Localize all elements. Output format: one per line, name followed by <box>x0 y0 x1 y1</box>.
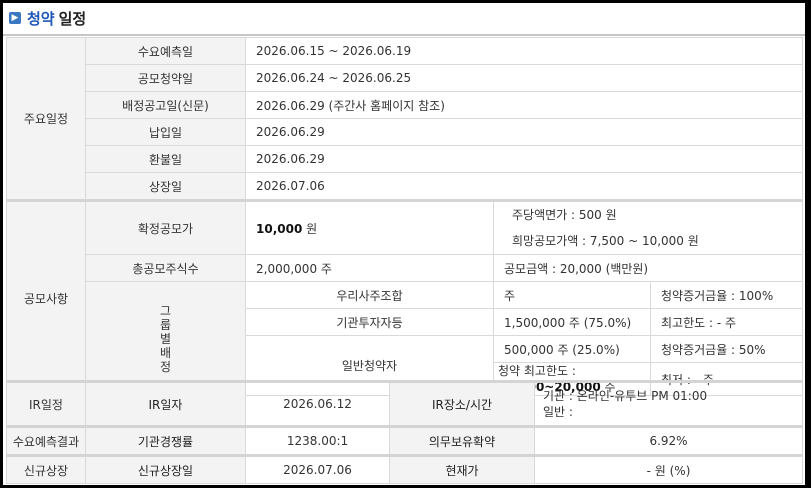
group-institution-name: 기관투자자등 <box>245 308 494 336</box>
group-employee-stock-deposit: 청약증거금율 : 100% <box>650 281 803 309</box>
label-ir-date: IR일자 <box>85 380 246 427</box>
group-retail-deposit: 청약증거금율 : 50% <box>650 335 803 363</box>
label-allotment-notice-date: 배정공고일(신문) <box>85 91 246 119</box>
group-label-char: 배 <box>159 345 172 360</box>
value-allotment-notice-date: 2026.06.29 (주간사 홈페이지 참조) <box>245 91 803 119</box>
value-total-shares: 2,000,000 주 <box>245 254 494 282</box>
par-value: 주당액면가 : 500 원 <box>512 208 617 222</box>
fixed-price-amount: 10,000 <box>256 221 303 236</box>
total-offering-amount: 공모금액 : 20,000 (백만원) <box>493 254 803 282</box>
label-competition-rate: 기관경쟁률 <box>85 425 246 456</box>
fixed-price-unit: 원 <box>306 221 318 236</box>
value-fixed-price: 10,000 원 <box>245 199 494 255</box>
group-label-char: 룹 <box>159 317 172 332</box>
value-ir-date: 2026.06.12 <box>245 380 390 427</box>
value-listing-date: 2026.07.06 <box>245 172 803 201</box>
section-demand-result: 수요예측결과 <box>6 425 86 456</box>
value-payment-date: 2026.06.29 <box>245 118 803 146</box>
section-offering: 공모사항 <box>6 199 86 396</box>
label-group-allocation: 그 룹 별 배 정 <box>85 281 246 396</box>
retail-limit-label: 청약 최고한도 : <box>498 364 576 378</box>
value-current-price: - 원 (%) <box>534 454 803 484</box>
label-lockup-commitment: 의무보유확약 <box>389 425 535 456</box>
label-subscription-date: 공모청약일 <box>85 64 246 92</box>
group-retail-shares: 500,000 주 (25.0%) <box>493 335 651 363</box>
label-listing-date: 상장일 <box>85 172 246 201</box>
schedule-table: 주요일정 수요예측일 2026.06.15 ~ 2026.06.19 공모청약일… <box>6 37 803 396</box>
label-fixed-price: 확정공모가 <box>85 199 246 255</box>
section-new-listing: 신규상장 <box>6 454 86 484</box>
results-table: IR일정 IR일자 2026.06.12 IR장소/시간 기관 : 온라인-유투… <box>6 380 803 484</box>
value-competition-rate: 1238.00:1 <box>245 425 390 456</box>
subscription-schedule-panel: ▶ 청약 일정 주요일정 수요예측일 2026.06.15 ~ 2026.06.… <box>3 3 805 485</box>
group-label-char: 별 <box>159 331 172 346</box>
value-new-listing-date: 2026.07.06 <box>245 454 390 484</box>
chevron-right-icon: ▶ <box>9 12 21 24</box>
ir-retail-line: 일반 : <box>543 405 573 419</box>
panel-title: ▶ 청약 일정 <box>3 3 86 33</box>
value-refund-date: 2026.06.29 <box>245 145 803 173</box>
group-institution-shares: 1,500,000 주 (75.0%) <box>493 308 651 336</box>
group-employee-stock-name: 우리사주조합 <box>245 281 494 309</box>
title-divider <box>3 34 805 36</box>
value-demand-forecast-date: 2026.06.15 ~ 2026.06.19 <box>245 37 803 65</box>
label-current-price: 현재가 <box>389 454 535 484</box>
title-accent: 청약 <box>27 9 55 28</box>
section-schedule: 주요일정 <box>6 37 86 201</box>
title-rest: 일정 <box>58 9 87 28</box>
value-lockup-commitment: 6.92% <box>534 425 803 456</box>
label-demand-forecast-date: 수요예측일 <box>85 37 246 65</box>
value-ir-place-time: 기관 : 온라인-유투브 PM 01:00 일반 : <box>534 380 803 427</box>
group-institution-max-limit: 최고한도 : - 주 <box>650 308 803 336</box>
group-label-char: 정 <box>159 359 172 374</box>
label-total-shares: 총공모주식수 <box>85 254 246 282</box>
label-payment-date: 납입일 <box>85 118 246 146</box>
value-subscription-date: 2026.06.24 ~ 2026.06.25 <box>245 64 803 92</box>
group-label-char: 그 <box>159 303 172 318</box>
label-new-listing-date: 신규상장일 <box>85 454 246 484</box>
group-employee-stock-shares: 주 <box>493 281 651 309</box>
desired-price-range: 희망공모가액 : 7,500 ~ 10,000 원 <box>512 234 699 248</box>
label-ir-place-time: IR장소/시간 <box>389 380 535 427</box>
price-details: 주당액면가 : 500 원 희망공모가액 : 7,500 ~ 10,000 원 <box>493 199 803 255</box>
section-ir: IR일정 <box>6 380 86 427</box>
label-refund-date: 환불일 <box>85 145 246 173</box>
ir-institution-line: 기관 : 온라인-유투브 PM 01:00 <box>543 389 708 403</box>
